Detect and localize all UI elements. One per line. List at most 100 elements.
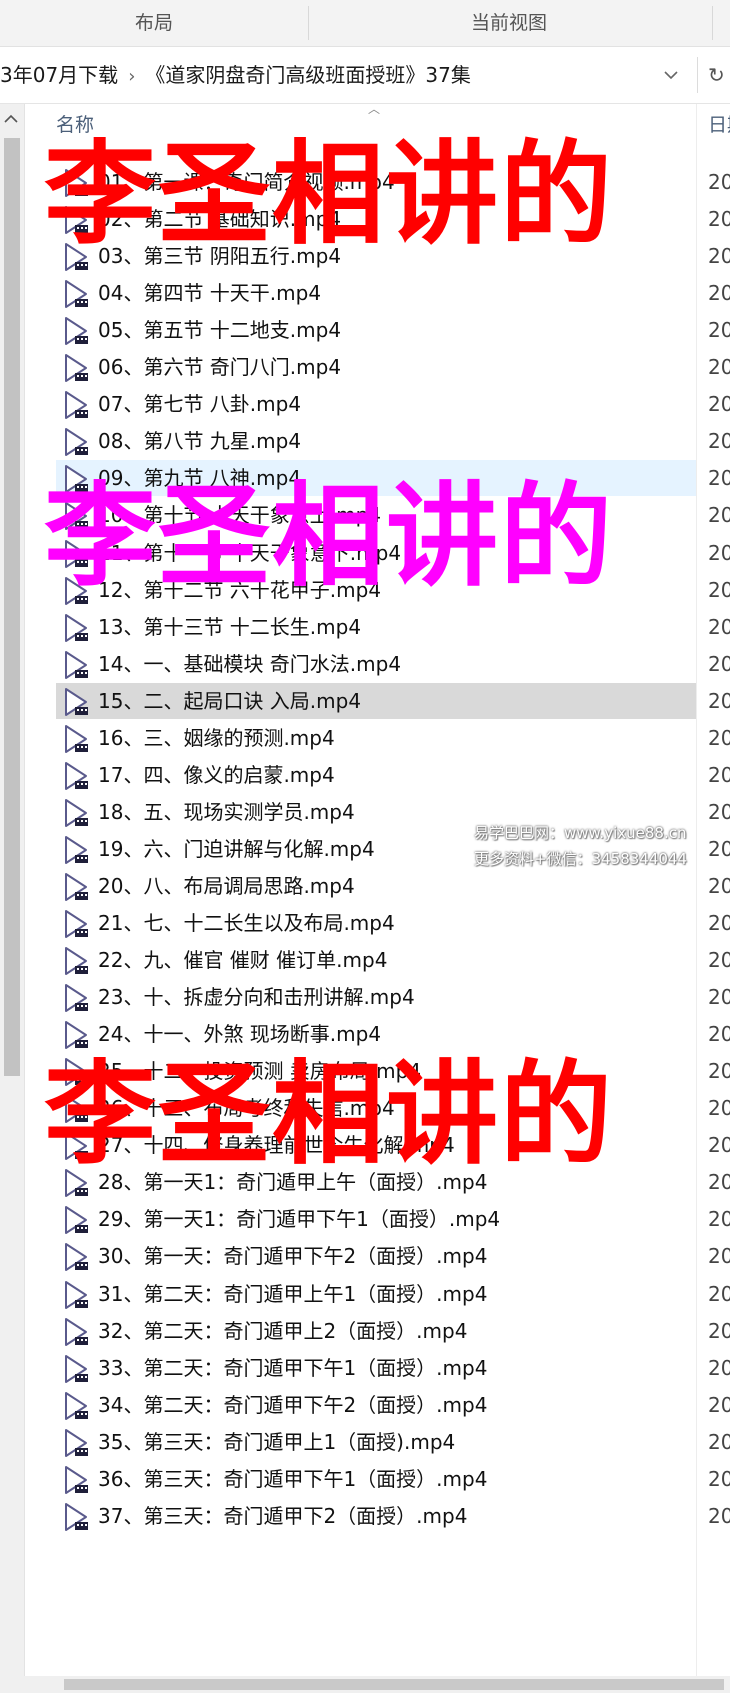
- file-row[interactable]: 13、第十三节 十二长生.mp4: [56, 609, 696, 645]
- file-row[interactable]: 24、十一、外煞 现场断事.mp4: [56, 1016, 696, 1052]
- file-row[interactable]: 36、第三天：奇门遁甲下午1（面授）.mp4: [56, 1461, 696, 1497]
- file-row[interactable]: 04、第四节 十天干.mp4: [56, 275, 696, 311]
- video-file-icon: [62, 613, 90, 643]
- file-date: 20: [708, 1504, 730, 1528]
- video-file-icon: [62, 872, 90, 902]
- file-date: 20: [708, 1133, 730, 1157]
- file-date: 20: [708, 1356, 730, 1380]
- video-file-icon: [62, 1428, 90, 1458]
- video-file-icon: [62, 835, 90, 865]
- refresh-icon[interactable]: ↻: [708, 47, 730, 103]
- file-date: 20: [708, 578, 730, 602]
- file-name: 04、第四节 十天干.mp4: [98, 281, 322, 305]
- video-file-icon: [62, 316, 90, 346]
- file-name: 14、一、基础模块 奇门水法.mp4: [98, 652, 402, 676]
- file-date: 20: [708, 1170, 730, 1194]
- file-row[interactable]: 06、第六节 奇门八门.mp4: [56, 349, 696, 385]
- ribbon: 布局 当前视图: [0, 0, 730, 47]
- ribbon-group-layout[interactable]: 布局: [0, 0, 308, 46]
- file-name: 20、八、布局调局思路.mp4: [98, 874, 355, 898]
- file-date: 20: [708, 985, 730, 1009]
- file-date: 20: [708, 318, 730, 342]
- file-row[interactable]: 17、四、像义的启蒙.mp4: [56, 757, 696, 793]
- file-row[interactable]: 07、第七节 八卦.mp4: [56, 386, 696, 422]
- file-name: 18、五、现场实测学员.mp4: [98, 800, 355, 824]
- video-file-icon: [62, 1354, 90, 1384]
- file-date: 20: [708, 466, 730, 490]
- file-row[interactable]: 33、第二天：奇门遁甲下午1（面授）.mp4: [56, 1350, 696, 1386]
- horizontal-scrollbar[interactable]: [24, 1676, 730, 1693]
- file-row[interactable]: 08、第八节 九星.mp4: [56, 423, 696, 459]
- file-row[interactable]: 37、第三天：奇门遁甲下2（面授）.mp4: [56, 1498, 696, 1534]
- video-file-icon: [62, 1317, 90, 1347]
- watermark-text-top: 李圣相讲的: [44, 130, 614, 260]
- file-row[interactable]: 34、第二天：奇门遁甲下午2（面授）.mp4: [56, 1387, 696, 1423]
- file-row[interactable]: 22、九、催官 催财 催订单.mp4: [56, 942, 696, 978]
- file-date: 20: [708, 392, 730, 416]
- breadcrumb-item-current[interactable]: 《道家阴盘奇门高级班面授班》37集: [145, 63, 470, 87]
- file-date: 20: [708, 763, 730, 787]
- file-name: 16、三、姻缘的预测.mp4: [98, 726, 335, 750]
- video-file-icon: [62, 1502, 90, 1532]
- scrollbar-thumb[interactable]: [4, 138, 20, 1076]
- file-name: 31、第二天：奇门遁甲上午1（面授）.mp4: [98, 1282, 488, 1306]
- file-date: 20: [708, 948, 730, 972]
- file-name: 05、第五节 十二地支.mp4: [98, 318, 342, 342]
- file-row[interactable]: 05、第五节 十二地支.mp4: [56, 312, 696, 348]
- video-file-icon: [62, 279, 90, 309]
- nav-pane-scrollbar[interactable]: [0, 104, 25, 1693]
- file-row[interactable]: 30、第一天：奇门遁甲下午2（面授）.mp4: [56, 1238, 696, 1274]
- ribbon-separator: [712, 6, 713, 40]
- video-file-icon: [62, 724, 90, 754]
- file-date: 20: [708, 1430, 730, 1454]
- column-divider[interactable]: [696, 104, 697, 1693]
- file-name: 07、第七节 八卦.mp4: [98, 392, 302, 416]
- watermark-site-line: 易学巴巴网：www.yixue88.cn: [474, 824, 687, 842]
- scroll-up-icon[interactable]: [4, 112, 18, 128]
- file-name: 08、第八节 九星.mp4: [98, 429, 302, 453]
- file-row[interactable]: 15、二、起局口诀 入局.mp4: [56, 683, 696, 719]
- file-row[interactable]: 31、第二天：奇门遁甲上午1（面授）.mp4: [56, 1276, 696, 1312]
- video-file-icon: [62, 1280, 90, 1310]
- video-file-icon: [62, 798, 90, 828]
- column-header-date[interactable]: 日期: [708, 106, 730, 144]
- chevron-down-icon[interactable]: [656, 47, 686, 103]
- address-bar[interactable]: 3年07月下载 › 《道家阴盘奇门高级班面授班》37集 ↻: [0, 47, 730, 104]
- file-date: 20: [708, 1282, 730, 1306]
- file-date: 20: [708, 244, 730, 268]
- file-name: 24、十一、外煞 现场断事.mp4: [98, 1022, 382, 1046]
- file-date: 20: [708, 800, 730, 824]
- video-file-icon: [62, 909, 90, 939]
- breadcrumb-chevron-icon[interactable]: ›: [128, 49, 135, 103]
- file-name: 13、第十三节 十二长生.mp4: [98, 615, 362, 639]
- file-row[interactable]: 23、十、拆虚分向和击刑讲解.mp4: [56, 979, 696, 1015]
- ribbon-group-current-view[interactable]: 当前视图: [309, 0, 709, 46]
- file-row[interactable]: 21、七、十二长生以及布局.mp4: [56, 905, 696, 941]
- file-date: 20: [708, 874, 730, 898]
- video-file-icon: [62, 761, 90, 791]
- file-date: 20: [708, 1244, 730, 1268]
- breadcrumb-item-prev[interactable]: 3年07月下载: [0, 63, 118, 87]
- file-date: 20: [708, 726, 730, 750]
- sort-ascending-icon: ︿: [368, 102, 381, 116]
- file-name: 23、十、拆虚分向和击刑讲解.mp4: [98, 985, 415, 1009]
- file-date: 20: [708, 1096, 730, 1120]
- file-date: 20: [708, 541, 730, 565]
- file-row[interactable]: 35、第三天：奇门遁甲上1（面授).mp4: [56, 1424, 696, 1460]
- file-date: 20: [708, 281, 730, 305]
- video-file-icon: [62, 1391, 90, 1421]
- file-name: 06、第六节 奇门八门.mp4: [98, 355, 342, 379]
- file-date: 20: [708, 503, 730, 527]
- scrollbar-thumb[interactable]: [64, 1679, 724, 1690]
- watermark-text-middle: 李圣相讲的: [44, 472, 614, 602]
- file-row[interactable]: 14、一、基础模块 奇门水法.mp4: [56, 646, 696, 682]
- file-date: 20: [708, 911, 730, 935]
- file-row[interactable]: 29、第一天1：奇门遁甲下午1（面授）.mp4: [56, 1201, 696, 1237]
- file-date: 20: [708, 355, 730, 379]
- video-file-icon: [62, 983, 90, 1013]
- video-file-icon: [62, 1242, 90, 1272]
- file-date: 20: [708, 837, 730, 861]
- file-row[interactable]: 32、第二天：奇门遁甲上2（面授）.mp4: [56, 1313, 696, 1349]
- file-row[interactable]: 20、八、布局调局思路.mp4: [56, 868, 696, 904]
- file-row[interactable]: 16、三、姻缘的预测.mp4: [56, 720, 696, 756]
